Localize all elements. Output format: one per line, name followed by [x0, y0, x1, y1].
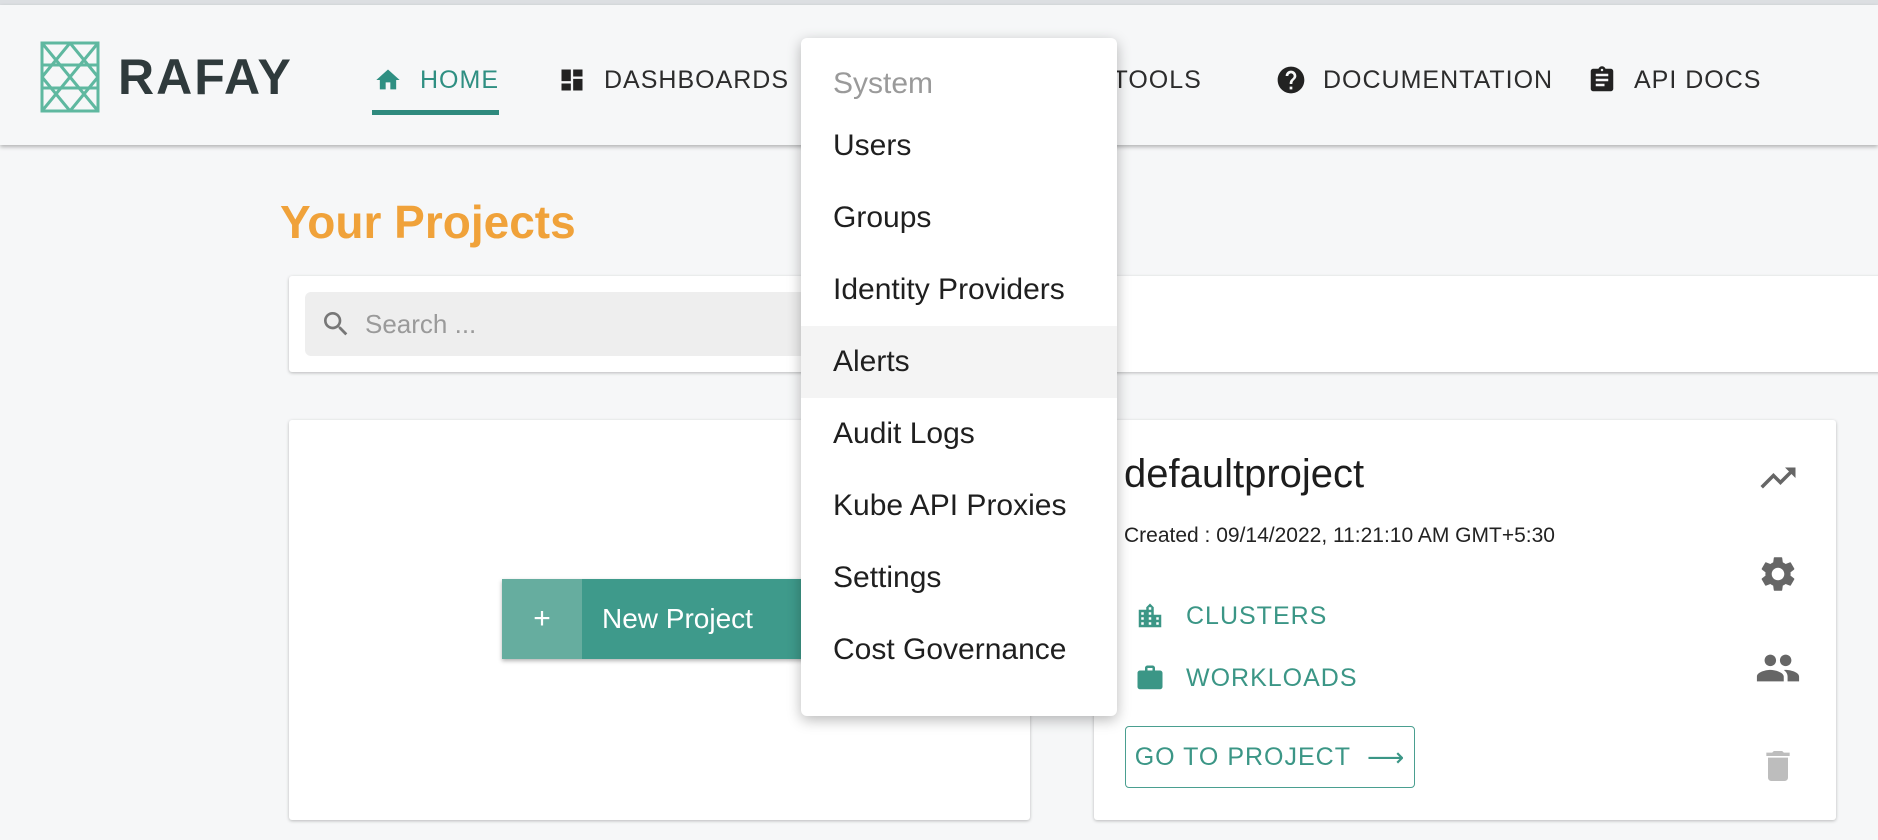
menu-item-identity-providers[interactable]: Identity Providers — [801, 254, 1117, 326]
menu-item-settings[interactable]: Settings — [801, 542, 1117, 614]
project-name: defaultproject — [1124, 452, 1365, 496]
logo-text: RAFAY — [118, 49, 293, 105]
clusters-label: CLUSTERS — [1186, 601, 1328, 630]
plus-icon: + — [502, 579, 582, 659]
rafay-logo-icon — [40, 41, 100, 113]
go-to-project-button[interactable]: GO TO PROJECT ⟶ — [1125, 726, 1415, 788]
nav-home-label: HOME — [420, 65, 499, 94]
delete-icon[interactable] — [1754, 742, 1802, 790]
search-icon — [319, 307, 353, 341]
go-to-project-label: GO TO PROJECT — [1134, 742, 1351, 771]
help-circle-icon — [1275, 64, 1307, 96]
new-project-button[interactable]: + New Project — [502, 579, 822, 659]
trending-up-icon[interactable] — [1754, 454, 1802, 502]
menu-header-system: System — [833, 67, 934, 100]
home-icon — [372, 64, 404, 96]
briefcase-icon — [1134, 662, 1166, 694]
menu-item-kube-api-proxies[interactable]: Kube API Proxies — [801, 470, 1117, 542]
nav-documentation-label: DOCUMENTATION — [1323, 65, 1554, 94]
system-menu: System Users Groups Identity Providers A… — [801, 38, 1117, 716]
menu-item-audit-logs[interactable]: Audit Logs — [801, 398, 1117, 470]
menu-item-groups[interactable]: Groups — [801, 182, 1117, 254]
nav-documentation[interactable]: DOCUMENTATION — [1275, 45, 1553, 115]
menu-item-alerts[interactable]: Alerts — [801, 326, 1117, 398]
building-icon — [1134, 600, 1166, 632]
rafay-logo[interactable]: RAFAY — [38, 39, 293, 115]
workloads-label: WORKLOADS — [1186, 663, 1358, 692]
nav-dashboards[interactable]: DASHBOARDS — [556, 45, 789, 115]
nav-api-docs[interactable]: API DOCS — [1586, 45, 1761, 115]
nav-home[interactable]: HOME — [372, 45, 499, 115]
people-icon[interactable] — [1754, 644, 1802, 692]
menu-item-cost-governance[interactable]: Cost Governance — [801, 614, 1117, 686]
nav-api-docs-label: API DOCS — [1634, 65, 1762, 94]
settings-gear-icon[interactable] — [1754, 550, 1802, 598]
project-created: Created : 09/14/2022, 11:21:10 AM GMT+5:… — [1124, 524, 1555, 547]
arrow-right-icon: ⟶ — [1367, 741, 1406, 772]
nav-dashboards-label: DASHBOARDS — [604, 65, 790, 94]
page-title: Your Projects — [280, 196, 576, 248]
clusters-link[interactable]: CLUSTERS — [1134, 600, 1327, 632]
menu-item-users[interactable]: Users — [801, 110, 1117, 182]
project-card: defaultproject Created : 09/14/2022, 11:… — [1094, 420, 1836, 820]
clipboard-icon — [1586, 64, 1618, 96]
new-project-label: New Project — [602, 603, 753, 634]
workloads-link[interactable]: WORKLOADS — [1134, 662, 1358, 694]
dashboard-icon — [556, 64, 588, 96]
